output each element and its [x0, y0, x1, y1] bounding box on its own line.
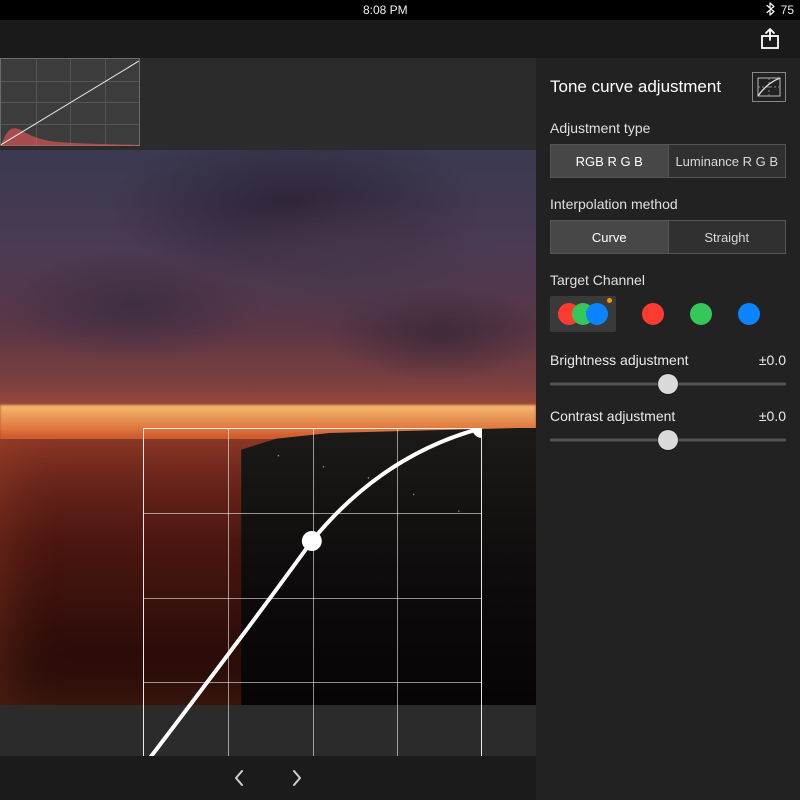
brightness-value: ±0.0: [759, 352, 786, 368]
curve-point-highlight[interactable]: [473, 428, 482, 437]
histogram-thumbnail[interactable]: [0, 58, 140, 146]
share-button[interactable]: [756, 25, 784, 53]
adjustment-type-segmented: RGB R G B Luminance R G B: [550, 144, 786, 178]
tone-curve-editor[interactable]: [125, 410, 500, 785]
interpolation-label: Interpolation method: [550, 196, 786, 212]
panel-title: Tone curve adjustment: [550, 77, 721, 97]
contrast-value: ±0.0: [759, 408, 786, 424]
channel-red-button[interactable]: [642, 303, 664, 325]
tone-curve-icon[interactable]: [752, 72, 786, 102]
interpolation-segmented: Curve Straight: [550, 220, 786, 254]
channel-green-button[interactable]: [690, 303, 712, 325]
status-time: 8:08 PM: [363, 3, 408, 17]
prev-button[interactable]: [230, 769, 248, 787]
channel-rgb-button[interactable]: [550, 296, 616, 332]
interpolation-straight-button[interactable]: Straight: [669, 220, 787, 254]
brightness-thumb[interactable]: [658, 374, 678, 394]
next-button[interactable]: [288, 769, 306, 787]
adjustment-rgb-button[interactable]: RGB R G B: [550, 144, 669, 178]
bluetooth-icon: [765, 2, 775, 19]
contrast-thumb[interactable]: [658, 430, 678, 450]
status-bar: 8:08 PM 75: [0, 0, 800, 20]
target-channel-label: Target Channel: [550, 272, 786, 288]
canvas-column: [0, 58, 536, 800]
adjustment-luminance-button[interactable]: Luminance R G B: [669, 144, 787, 178]
brightness-row: Brightness adjustment ±0.0: [550, 352, 786, 394]
contrast-label: Contrast adjustment: [550, 408, 675, 424]
target-channel-row: [550, 296, 786, 332]
nav-bar: [0, 756, 536, 800]
curve-point-mid[interactable]: [303, 532, 322, 551]
battery-text: 75: [781, 3, 794, 17]
adjustment-type-label: Adjustment type: [550, 120, 786, 136]
selected-indicator-icon: [607, 298, 612, 303]
top-toolbar: [0, 20, 800, 58]
contrast-row: Contrast adjustment ±0.0: [550, 408, 786, 450]
contrast-slider[interactable]: [550, 430, 786, 450]
channel-blue-button[interactable]: [738, 303, 760, 325]
interpolation-curve-button[interactable]: Curve: [550, 220, 669, 254]
adjustment-panel: Tone curve adjustment Adjustment type RG…: [536, 58, 800, 800]
brightness-label: Brightness adjustment: [550, 352, 689, 368]
workspace: Tone curve adjustment Adjustment type RG…: [0, 58, 800, 800]
brightness-slider[interactable]: [550, 374, 786, 394]
